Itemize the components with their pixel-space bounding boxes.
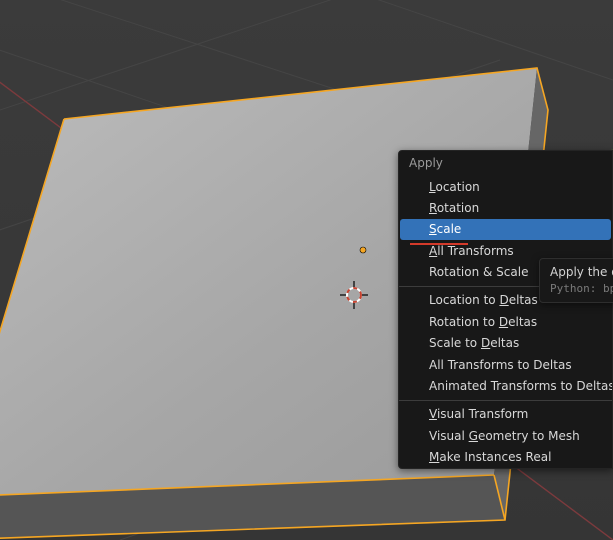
- menu-item-scale-to-deltas[interactable]: Scale to Deltas: [399, 333, 612, 354]
- 3d-cursor: [337, 278, 371, 312]
- tooltip-description: Apply the obj: [550, 265, 613, 279]
- menu-item-make-instances-real[interactable]: Make Instances Real: [399, 447, 612, 468]
- menu-item-location[interactable]: Location: [399, 176, 612, 197]
- menu-item-visual-geometry-to-mesh[interactable]: Visual Geometry to Mesh: [399, 425, 612, 446]
- menu-item-rotation-to-deltas[interactable]: Rotation to Deltas: [399, 311, 612, 332]
- menu-item-visual-transform[interactable]: Visual Transform: [399, 404, 612, 425]
- tooltip: Apply the obj Python: bpy: [539, 258, 613, 303]
- menu-title: Apply: [399, 151, 612, 176]
- menu-item-rotation[interactable]: Rotation: [399, 197, 612, 218]
- menu-item-scale[interactable]: Scale: [400, 219, 611, 240]
- object-origin: [360, 247, 366, 253]
- menu-separator: [399, 400, 612, 401]
- annotation-underline: [410, 243, 468, 245]
- menu-item-animated-transforms-to-deltas[interactable]: Animated Transforms to Deltas: [399, 376, 612, 397]
- apply-menu: Apply LocationRotationScale All Transform…: [398, 150, 613, 469]
- menu-item-all-transforms-to-deltas[interactable]: All Transforms to Deltas: [399, 354, 612, 375]
- tooltip-python: Python: bpy: [550, 282, 613, 295]
